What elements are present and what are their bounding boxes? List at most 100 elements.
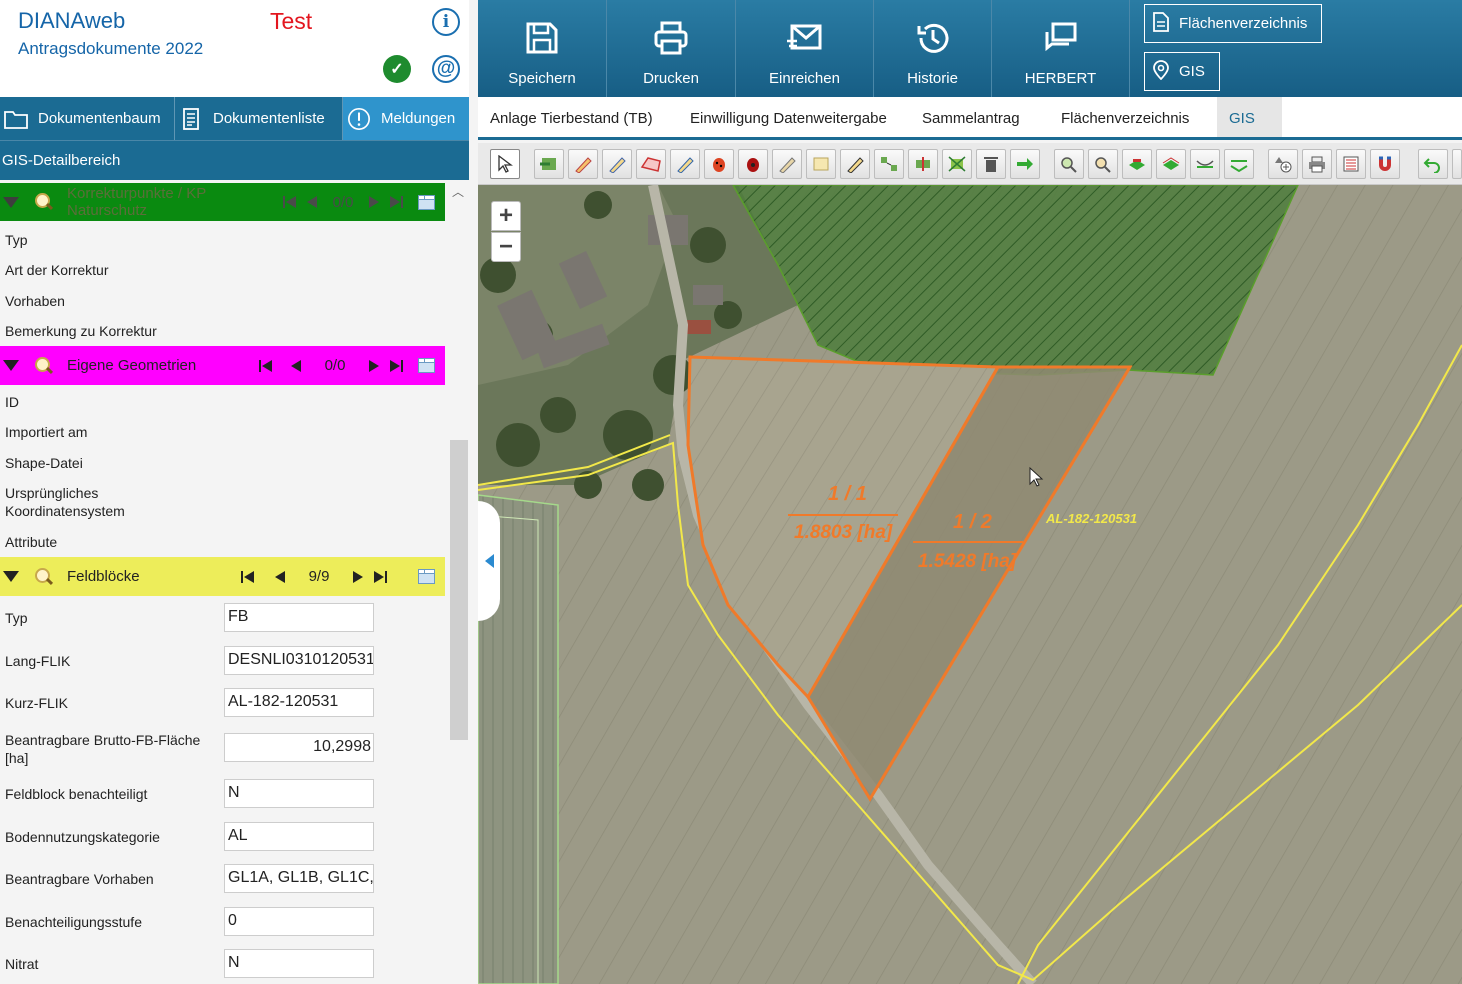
collapse-triangle-icon[interactable] [3, 196, 19, 208]
cut-geometry-icon[interactable] [942, 149, 972, 179]
last-record-icon[interactable] [388, 358, 404, 374]
prev-record-icon[interactable] [304, 194, 320, 210]
zoom-layer-icon[interactable] [1054, 149, 1084, 179]
brutto-flaeche-field[interactable]: 10,2998 [224, 733, 374, 762]
edit-polygon-icon[interactable] [602, 149, 632, 179]
magnifier-icon[interactable] [35, 193, 53, 211]
tab-dokumentenliste[interactable]: Dokumentenliste [175, 97, 343, 140]
tab-dokumentenbaum[interactable]: Dokumentenbaum [0, 97, 175, 140]
at-icon[interactable]: @ [432, 55, 460, 83]
benachteiligungsstufe-field[interactable]: 0 [224, 907, 374, 936]
first-record-icon[interactable] [258, 358, 274, 374]
map-canvas[interactable]: 1 / 1 1.8803 [ha] 1 / 2 1.5428 [ha] AL-1… [478, 185, 1462, 984]
tab-anlage-tierbestand[interactable]: Anlage Tierbestand (TB) [490, 97, 653, 137]
collapse-triangle-icon[interactable] [3, 571, 19, 582]
table-view-icon[interactable] [418, 194, 435, 210]
first-record-icon[interactable] [282, 194, 298, 210]
trash-icon[interactable] [976, 149, 1006, 179]
tab-sammelantrag[interactable]: Sammelantrag [922, 97, 1020, 137]
field-label-attribute: Attribute [5, 534, 58, 550]
magnifier-icon[interactable] [35, 567, 53, 586]
kurz-flik-field[interactable]: AL-182-120531 [224, 688, 374, 717]
edit-vertex-icon[interactable] [670, 149, 700, 179]
select-pointer-icon[interactable] [490, 149, 520, 179]
next-record-icon[interactable] [366, 194, 382, 210]
herbert-button[interactable]: HERBERT [992, 0, 1130, 97]
record-count: 0/0 [324, 357, 346, 374]
next-record-icon[interactable] [366, 358, 382, 374]
check-icon[interactable]: ✓ [383, 55, 411, 83]
undo-icon[interactable] [1418, 149, 1448, 179]
measure-icon[interactable] [1190, 149, 1220, 179]
bodennutzungskategorie-field[interactable]: AL [224, 822, 374, 851]
print-map-icon[interactable] [1302, 149, 1332, 179]
lang-flik-field[interactable]: DESNLI0310120531 [224, 646, 374, 675]
snap-magnet-icon[interactable] [1370, 149, 1400, 179]
pencil-icon[interactable] [840, 149, 870, 179]
tab-flaechenverzeichnis[interactable]: Flächenverzeichnis [1061, 97, 1189, 137]
edit-attributes-icon[interactable] [806, 149, 836, 179]
panel-collapse-handle[interactable] [478, 501, 500, 621]
main-toolbar: Speichern Drucken Einreichen Historie HE… [478, 0, 1462, 97]
button-label: Einreichen [769, 70, 840, 87]
info-icon[interactable]: i [432, 8, 460, 36]
aerial-map[interactable] [478, 185, 1462, 984]
prev-record-icon[interactable] [288, 358, 304, 374]
record-navigator: 0/0 [258, 357, 404, 374]
send-mail-icon [786, 20, 823, 56]
prev-record-icon[interactable] [272, 569, 288, 585]
scroll-up-icon[interactable]: ︿ [452, 183, 464, 200]
exclamation-circle-icon [347, 106, 371, 132]
benachteiligt-field[interactable]: N [224, 779, 374, 808]
merge-icon[interactable] [908, 149, 938, 179]
vorhaben-field[interactable]: GL1A, GL1B, GL1C, [224, 864, 374, 893]
bug-dark-icon[interactable] [738, 149, 768, 179]
scrollbar-thumb[interactable] [450, 440, 468, 740]
print-button[interactable]: Drucken [607, 0, 736, 97]
field-label-benachteiligungsstufe: Benachteiligungsstufe [5, 914, 142, 930]
gis-button[interactable]: GIS [1144, 52, 1220, 91]
tab-label: Meldungen [381, 110, 456, 127]
eraser-icon[interactable] [772, 149, 802, 179]
bug-red-icon[interactable] [704, 149, 734, 179]
polygon-shape-icon[interactable] [636, 149, 666, 179]
feldblock-typ-field[interactable]: FB [224, 603, 374, 632]
section-korrekturpunkte-header[interactable]: Korrekturpunkte / KP Naturschutz 0/0 [0, 183, 445, 221]
app-title: DIANAweb [18, 8, 126, 33]
add-location-icon[interactable] [1268, 149, 1298, 179]
magnifier-icon[interactable] [35, 356, 53, 375]
draw-polygon-icon[interactable] [568, 149, 598, 179]
arrow-right-green-icon[interactable] [1010, 149, 1040, 179]
chevron-left-icon [485, 554, 494, 568]
save-button[interactable]: Speichern [478, 0, 607, 97]
split-icon[interactable] [874, 149, 904, 179]
field-label-vorhaben: Vorhaben [5, 293, 65, 309]
legend-icon[interactable] [1336, 149, 1366, 179]
last-record-icon[interactable] [372, 569, 388, 585]
section-feldbloecke-header[interactable]: Feldblöcke 9/9 [0, 557, 445, 596]
layer-green-icon[interactable] [1156, 149, 1186, 179]
zoom-in-button[interactable]: + [491, 201, 521, 231]
last-record-icon[interactable] [388, 194, 404, 210]
submit-button[interactable]: Einreichen [736, 0, 874, 97]
tab-meldungen[interactable]: Meldungen [343, 97, 469, 140]
collapse-triangle-icon[interactable] [3, 360, 19, 371]
nitrat-field[interactable]: N [224, 949, 374, 978]
tab-einwilligung[interactable]: Einwilligung Datenweitergabe [690, 97, 887, 137]
tab-gis[interactable]: GIS [1217, 97, 1282, 137]
section-eigene-geometrien-header[interactable]: Eigene Geometrien 0/0 [0, 346, 445, 385]
layer-stack-icon[interactable] [1224, 149, 1254, 179]
table-view-icon[interactable] [418, 358, 435, 373]
layer-red-icon[interactable] [1122, 149, 1152, 179]
zoom-out-button[interactable]: − [491, 232, 521, 262]
search-layer-icon[interactable] [1088, 149, 1118, 179]
app-subtitle: Antragsdokumente 2022 [18, 39, 204, 58]
import-geometry-icon[interactable] [534, 149, 564, 179]
history-button[interactable]: Historie [874, 0, 992, 97]
next-record-icon[interactable] [350, 569, 366, 585]
document-tab-bar: Anlage Tierbestand (TB) Einwilligung Dat… [478, 97, 1462, 140]
table-view-icon[interactable] [418, 569, 435, 584]
flaechenverzeichnis-button[interactable]: Flächenverzeichnis [1144, 4, 1322, 43]
first-record-icon[interactable] [240, 569, 256, 585]
redo-icon[interactable] [1452, 149, 1462, 179]
